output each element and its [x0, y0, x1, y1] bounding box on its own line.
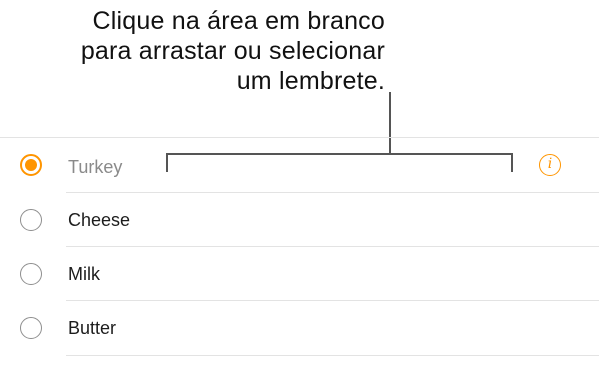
reminder-row-turkey[interactable]: Turkey i — [0, 138, 599, 192]
reminder-row-butter[interactable]: Butter — [0, 301, 599, 355]
reminder-title[interactable]: Turkey — [68, 157, 122, 178]
row-divider — [66, 355, 599, 356]
reminder-title[interactable]: Cheese — [68, 210, 130, 231]
radio-empty-icon[interactable] — [20, 209, 42, 231]
radio-checked-icon[interactable] — [20, 154, 42, 176]
reminder-title[interactable]: Milk — [68, 264, 100, 285]
radio-empty-icon[interactable] — [20, 263, 42, 285]
reminder-title[interactable]: Butter — [68, 318, 116, 339]
radio-empty-icon[interactable] — [20, 317, 42, 339]
reminder-row-milk[interactable]: Milk — [0, 247, 599, 301]
reminder-row-cheese[interactable]: Cheese — [0, 193, 599, 247]
info-icon[interactable]: i — [539, 154, 561, 176]
